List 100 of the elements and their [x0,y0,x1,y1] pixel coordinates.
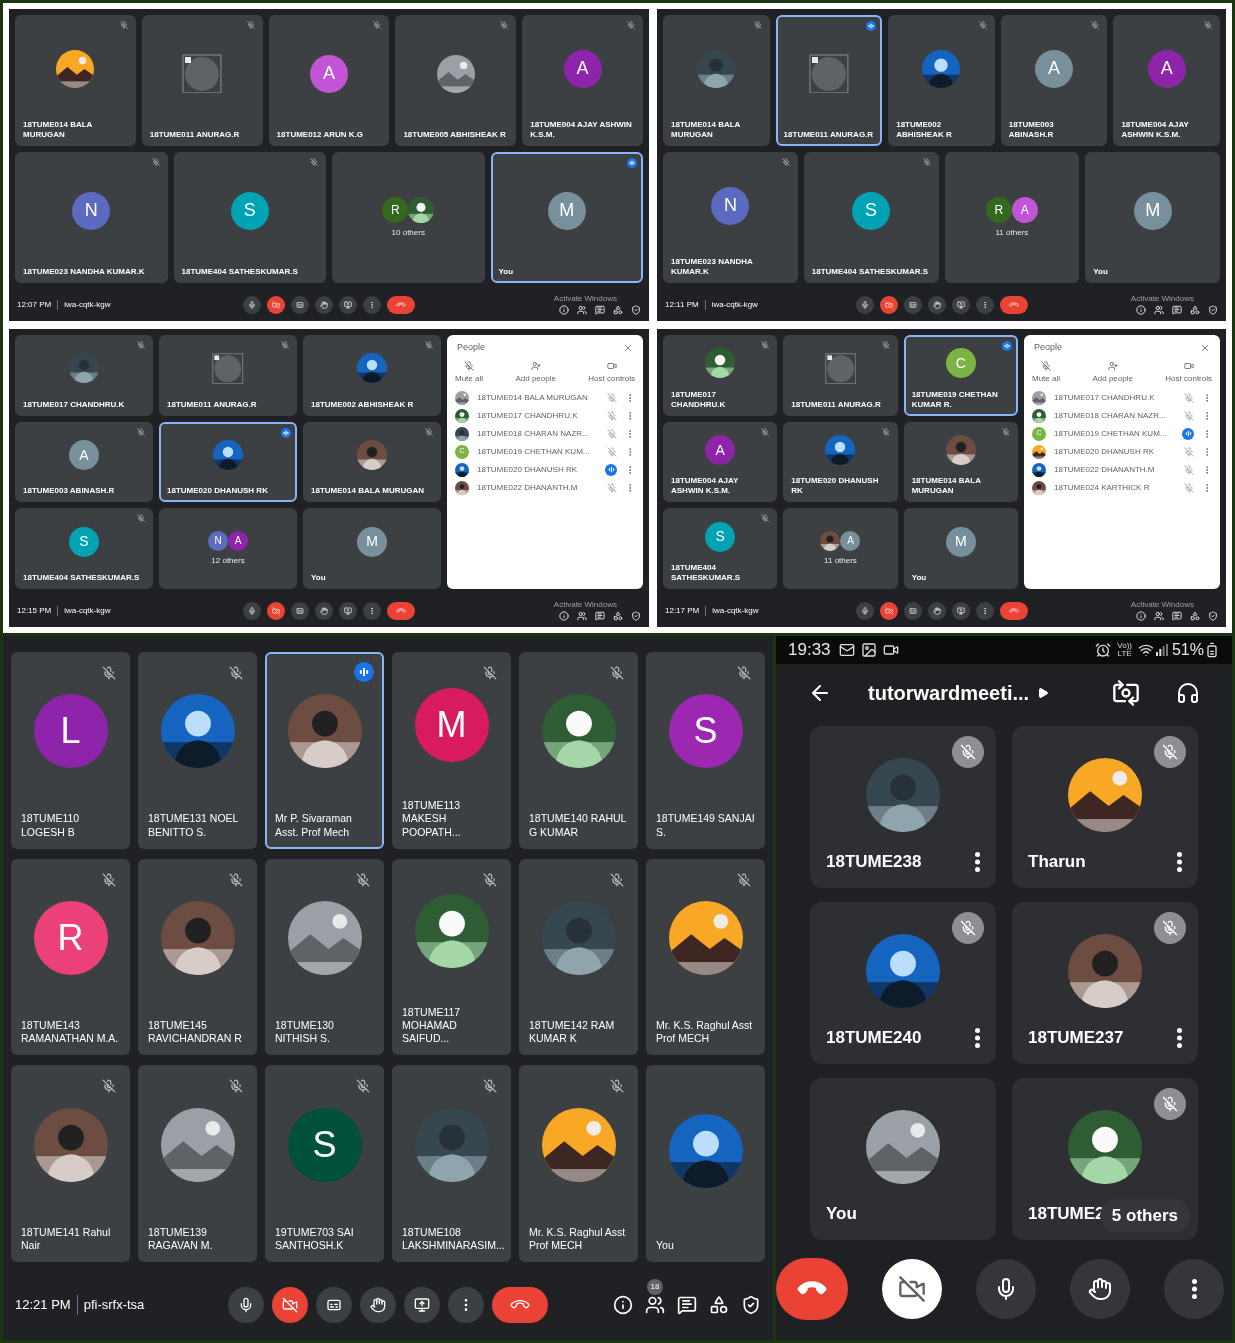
chat-icon[interactable] [677,1295,697,1315]
mic-off-icon [483,1079,497,1094]
mic-off-icon [1184,464,1194,475]
present-button[interactable] [951,296,970,314]
camera-button[interactable] [267,296,285,314]
participant-name: 18TUME140 RAHUL G KUMAR [529,812,628,839]
avatar: S [287,1107,362,1182]
activities-icon[interactable] [613,305,623,315]
close-icon[interactable] [623,342,633,353]
chat-icon[interactable] [595,611,605,621]
more-options-button[interactable] [975,602,994,620]
present-button[interactable] [339,602,357,620]
panel-action[interactable]: Add people [515,360,556,385]
microphone-button[interactable] [228,1287,264,1323]
avatar: R [382,196,409,223]
raise-hand-button[interactable] [315,602,333,620]
more-icon[interactable] [975,1028,980,1048]
activities-icon[interactable] [613,611,623,621]
host-controls-icon[interactable] [1208,611,1218,621]
info-icon[interactable] [559,611,569,621]
chat-icon[interactable] [1172,305,1182,315]
meeting-title[interactable]: tutorwardmeeti... [868,678,1030,708]
raise-hand-button[interactable] [360,1287,396,1323]
end-call-button[interactable] [776,1258,848,1320]
camera-off-icon [884,301,893,309]
more-icon[interactable] [1177,1028,1182,1048]
camera-button[interactable] [272,1287,308,1323]
more-options-button[interactable] [363,296,381,314]
participant-name: You [911,573,928,583]
avatar: A [705,435,736,465]
switch-camera-icon[interactable] [1112,679,1140,707]
captions-button[interactable] [291,602,309,620]
lte-label: LTE [1117,650,1132,658]
camera-button[interactable] [879,602,898,620]
activities-icon[interactable] [1190,611,1200,621]
host-controls-icon[interactable] [631,611,641,621]
leave-call-button[interactable] [999,296,1028,314]
participant-name: 18TUME404 SATHESKUMAR.S [23,573,141,583]
info-icon[interactable] [1136,305,1146,315]
info-icon[interactable] [1136,611,1146,621]
people-icon[interactable] [577,611,587,621]
raise-hand-button[interactable] [927,296,946,314]
participant-name: 18TUME022 DHANANTH.M [1054,463,1156,476]
mic-off-icon [978,21,987,29]
captions-button[interactable] [903,602,922,620]
panel-action[interactable]: Mute all [1032,360,1060,385]
mic-off-icon [310,158,318,166]
more-icon[interactable] [1191,1279,1197,1299]
captions-button[interactable] [291,296,309,314]
volte-label: Vo)) [1117,642,1132,650]
leave-call-button[interactable] [387,296,415,314]
activities-icon[interactable] [1190,305,1200,315]
camera-button[interactable] [879,296,898,314]
chat-icon[interactable] [595,305,605,315]
panel-action[interactable]: Host controls [588,360,635,385]
headphones-icon[interactable] [1176,681,1200,705]
present-button[interactable] [339,296,357,314]
more-options-button[interactable] [363,602,381,620]
panel-action[interactable]: Add people [1092,360,1133,385]
more-icon[interactable] [975,852,980,872]
people-icon[interactable] [577,305,587,315]
avatar: S [705,521,736,552]
camera-button[interactable] [882,1259,942,1319]
present-button[interactable] [951,602,970,620]
info-icon[interactable] [613,1295,633,1315]
more-icon[interactable] [1177,852,1182,872]
raise-hand-button[interactable] [315,296,333,314]
participant-name: 18TUME011 ANURAG.R [167,399,258,410]
microphone-button[interactable] [855,296,874,314]
people-icon[interactable] [1154,611,1164,621]
camera-off-icon [272,301,280,309]
leave-call-button[interactable] [492,1287,548,1323]
people-icon[interactable] [1154,305,1164,315]
leave-call-button[interactable] [387,602,415,620]
chat-icon[interactable] [1172,611,1182,621]
others-label: 11 others [995,226,1029,239]
caret-icon[interactable] [1037,687,1050,699]
mic-off-icon [607,410,617,421]
host-controls-icon[interactable] [631,305,641,315]
mic-off-icon [881,341,890,349]
captions-button[interactable] [903,296,922,314]
microphone-button[interactable] [243,602,261,620]
info-icon[interactable] [559,305,569,315]
avatar: S [230,191,269,230]
panel-action[interactable]: Host controls [1165,360,1212,385]
microphone-button[interactable] [855,602,874,620]
present-button[interactable] [404,1287,440,1323]
host-controls-icon[interactable] [1208,305,1218,315]
participant-name: 18TUME142 RAM KUMAR K [529,1019,616,1046]
microphone-button[interactable] [243,296,261,314]
leave-call-button[interactable] [999,602,1028,620]
host-controls-icon[interactable] [741,1295,761,1315]
activities-icon[interactable] [709,1295,729,1315]
camera-button[interactable] [267,602,285,620]
close-icon[interactable] [1200,342,1210,353]
panel-action[interactable]: Mute all [455,360,483,385]
more-options-button[interactable] [975,296,994,314]
captions-button[interactable] [316,1287,352,1323]
raise-hand-button[interactable] [927,602,946,620]
people-icon[interactable] [645,1295,665,1315]
